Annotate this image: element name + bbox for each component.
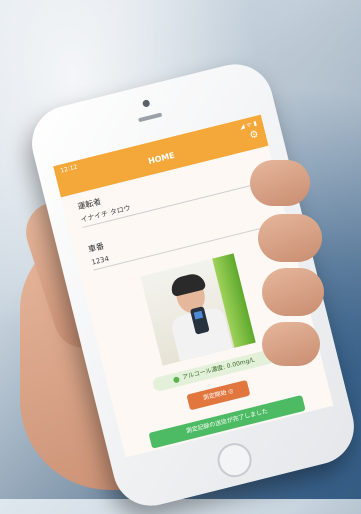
driver-photo bbox=[140, 253, 256, 366]
home-button[interactable] bbox=[213, 439, 256, 481]
finger-1 bbox=[250, 160, 310, 206]
alcohol-result-text: アルコール濃度: 0.00mg/L bbox=[181, 356, 256, 382]
front-camera bbox=[141, 99, 151, 108]
finger-4 bbox=[262, 322, 320, 366]
status-dot-icon bbox=[173, 375, 181, 383]
start-measurement-button[interactable]: 測定開始 ◎ bbox=[186, 379, 251, 411]
start-measurement-label: 測定開始 bbox=[202, 389, 228, 402]
submission-complete-button[interactable]: 測定記録の送信が完了しました bbox=[148, 394, 306, 449]
earpiece-speaker bbox=[138, 112, 163, 123]
status-time: 12:12 bbox=[59, 163, 79, 175]
finger-2 bbox=[258, 214, 322, 262]
vehicle-number-field[interactable]: 1234 bbox=[89, 213, 267, 271]
finger-3 bbox=[262, 268, 324, 316]
